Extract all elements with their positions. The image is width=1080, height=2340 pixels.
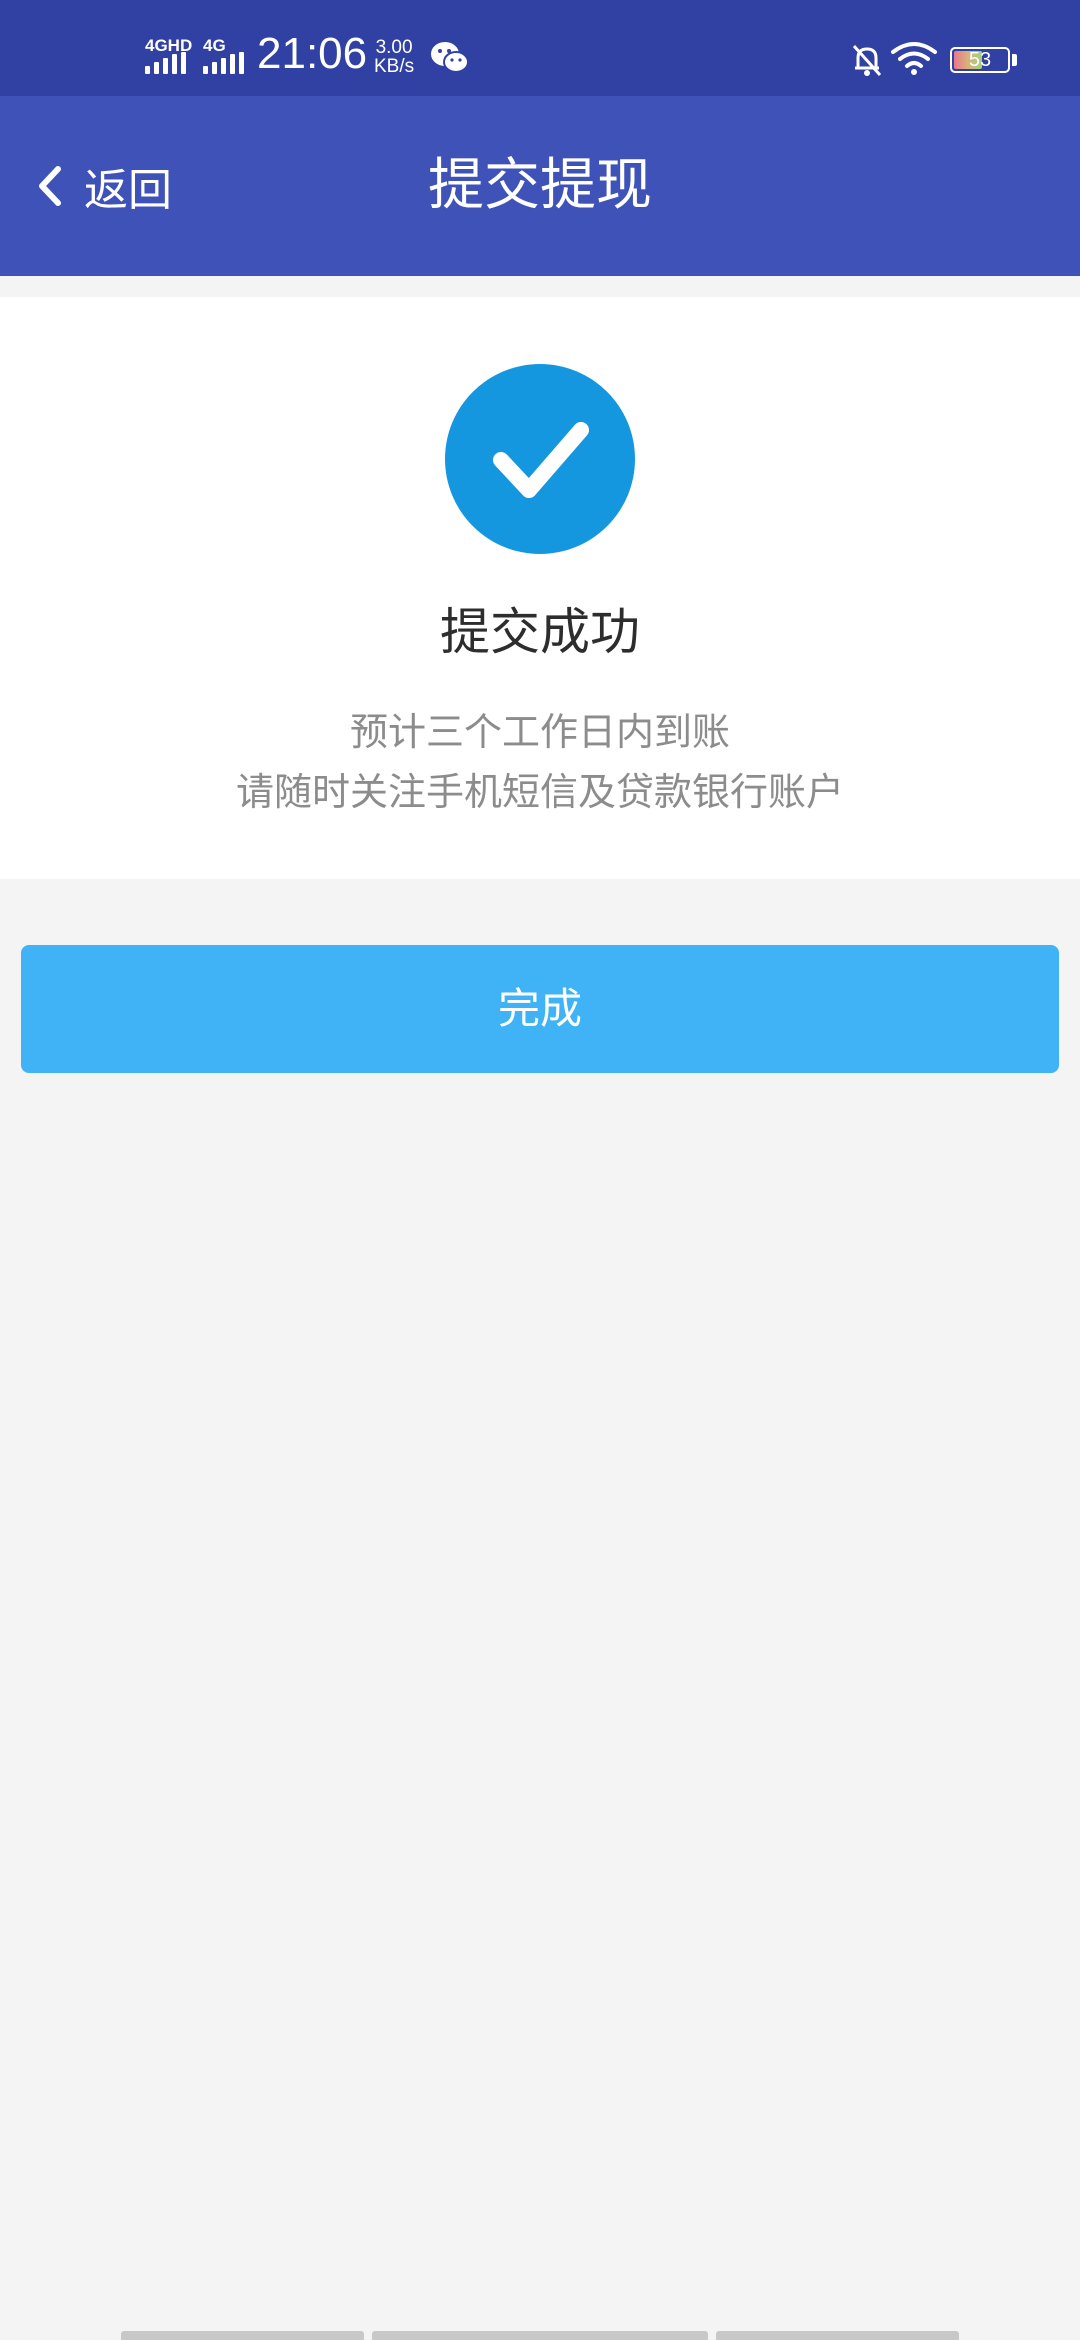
bottom-nav-handle-right[interactable]: [716, 2331, 959, 2340]
page-title: 提交提现: [428, 153, 652, 218]
wechat-icon: [431, 42, 469, 73]
wifi-icon: [891, 42, 937, 75]
bell-muted-icon: [852, 44, 882, 77]
battery-level: 53: [968, 49, 992, 71]
bottom-nav-handle-left[interactable]: [121, 2331, 364, 2340]
notice-text: 请随时关注手机短信及贷款银行账户: [235, 770, 844, 814]
battery-icon: 53: [950, 47, 1010, 73]
battery-tip: [1012, 54, 1017, 66]
arrival-estimate-text: 预计三个工作日内到账: [349, 710, 730, 754]
network-speed-unit: KB/s: [374, 56, 415, 77]
signal-strength-icon: [145, 52, 186, 74]
nav-bar: 返回 提交提现: [0, 96, 1080, 276]
status-bar: 4GHD 4G 21:06 3.00 KB/s 53: [0, 0, 1080, 96]
checkmark-icon: [493, 422, 589, 498]
network-speed: 3.00 KB/s: [374, 38, 414, 76]
success-title: 提交成功: [440, 603, 640, 661]
network-speed-value: 3.00: [375, 37, 413, 58]
success-badge: [445, 364, 635, 554]
bottom-nav-handle-center[interactable]: [372, 2331, 708, 2340]
success-card: 提交成功 预计三个工作日内到账 请随时关注手机短信及贷款银行账户: [0, 297, 1080, 879]
signal-strength-icon-2: [203, 52, 244, 74]
done-button[interactable]: 完成: [21, 945, 1059, 1073]
status-time: 21:06: [257, 29, 368, 78]
